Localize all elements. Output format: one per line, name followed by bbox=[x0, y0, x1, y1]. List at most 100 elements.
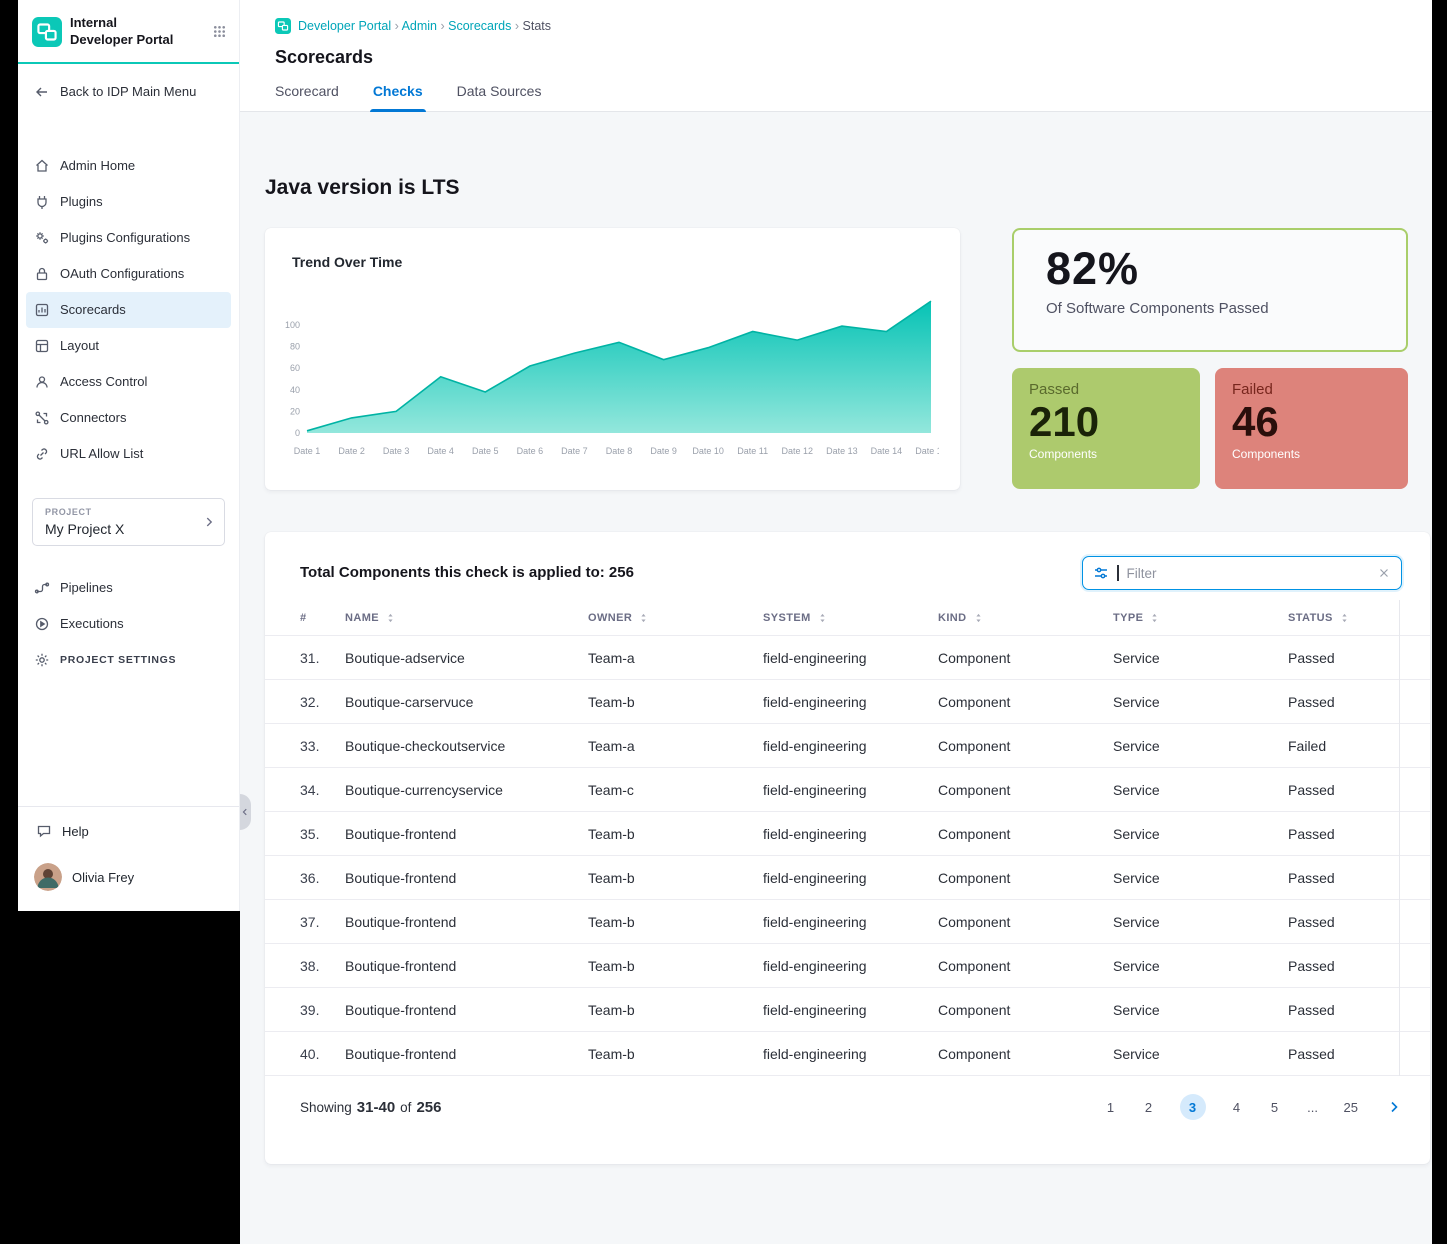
passed-value: 210 bbox=[1029, 398, 1200, 446]
close-icon[interactable] bbox=[1377, 566, 1391, 580]
cell: Boutique-adservice bbox=[345, 650, 588, 666]
cell: Service bbox=[1113, 694, 1288, 710]
svg-text:20: 20 bbox=[290, 406, 300, 416]
sort-icon[interactable] bbox=[1340, 612, 1349, 624]
executions-icon bbox=[34, 616, 50, 632]
breadcrumb-developer-portal[interactable]: Developer Portal bbox=[298, 19, 391, 33]
cell: 36. bbox=[300, 870, 345, 886]
table-row[interactable]: 36.Boutique-frontendTeam-bfield-engineer… bbox=[265, 856, 1430, 900]
sidebar-nav: Admin HomePluginsPlugins ConfigurationsO… bbox=[18, 148, 239, 472]
page-5[interactable]: 5 bbox=[1268, 1100, 1282, 1115]
cell: Passed bbox=[1288, 1002, 1430, 1018]
page-2[interactable]: 2 bbox=[1142, 1100, 1156, 1115]
tab-data-sources[interactable]: Data Sources bbox=[457, 83, 542, 111]
sort-icon[interactable] bbox=[639, 612, 648, 624]
next-page-icon[interactable] bbox=[1386, 1099, 1402, 1115]
sidebar-item-scorecards[interactable]: Scorecards bbox=[26, 292, 231, 328]
tab-scorecard[interactable]: Scorecard bbox=[275, 83, 339, 111]
sort-icon[interactable] bbox=[386, 612, 395, 624]
sidebar-item-pipelines[interactable]: Pipelines bbox=[26, 570, 231, 606]
sidebar-item-connectors[interactable]: Connectors bbox=[26, 400, 231, 436]
sidebar-item-access-control[interactable]: Access Control bbox=[26, 364, 231, 400]
sidebar-item-oauth-configurations[interactable]: OAuth Configurations bbox=[26, 256, 231, 292]
sidebar-item-admin-home[interactable]: Admin Home bbox=[26, 148, 231, 184]
cell: 38. bbox=[300, 958, 345, 974]
project-label: PROJECT bbox=[45, 507, 212, 517]
cell: 35. bbox=[300, 826, 345, 842]
page-25[interactable]: 25 bbox=[1344, 1100, 1358, 1115]
sidebar-item-plugins-configurations[interactable]: Plugins Configurations bbox=[26, 220, 231, 256]
table-row[interactable]: 33.Boutique-checkoutserviceTeam-afield-e… bbox=[265, 724, 1430, 768]
filter-box[interactable] bbox=[1082, 556, 1402, 590]
svg-text:Date 4: Date 4 bbox=[427, 446, 454, 456]
cell: Passed bbox=[1288, 914, 1430, 930]
page-3[interactable]: 3 bbox=[1180, 1094, 1206, 1120]
sidebar-item-project-settings[interactable]: PROJECT SETTINGS bbox=[26, 642, 231, 678]
total-count: 256 bbox=[416, 1099, 441, 1116]
filter-icon[interactable] bbox=[1093, 565, 1109, 581]
table-row[interactable]: 37.Boutique-frontendTeam-bfield-engineer… bbox=[265, 900, 1430, 944]
table-row[interactable]: 31.Boutique-adserviceTeam-afield-enginee… bbox=[265, 636, 1430, 680]
column-header-type[interactable]: TYPE bbox=[1113, 612, 1288, 624]
sort-icon[interactable] bbox=[818, 612, 827, 624]
filter-input[interactable] bbox=[1127, 566, 1370, 581]
cell: Service bbox=[1113, 738, 1288, 754]
score-caption: Of Software Components Passed bbox=[1046, 300, 1406, 317]
tab-bar: Scorecard Checks Data Sources bbox=[275, 83, 1432, 111]
sidebar: Internal Developer Portal Back to IDP Ma… bbox=[18, 0, 240, 911]
trend-card-title: Trend Over Time bbox=[265, 228, 960, 270]
sort-icon[interactable] bbox=[974, 612, 983, 624]
table-row[interactable]: 34.Boutique-currencyserviceTeam-cfield-e… bbox=[265, 768, 1430, 812]
cell: Passed bbox=[1288, 870, 1430, 886]
column-header-status[interactable]: STATUS bbox=[1288, 612, 1430, 624]
help-button[interactable]: Help bbox=[18, 807, 239, 855]
page-1[interactable]: 1 bbox=[1104, 1100, 1118, 1115]
avatar bbox=[34, 863, 62, 891]
svg-text:Date 2: Date 2 bbox=[338, 446, 365, 456]
table-row[interactable]: 39.Boutique-frontendTeam-bfield-engineer… bbox=[265, 988, 1430, 1032]
tab-checks[interactable]: Checks bbox=[373, 83, 423, 111]
sort-icon[interactable] bbox=[1150, 612, 1159, 624]
cell: Component bbox=[938, 958, 1113, 974]
column-header-system[interactable]: SYSTEM bbox=[763, 612, 938, 624]
table-row[interactable]: 32.Boutique-carservuceTeam-bfield-engine… bbox=[265, 680, 1430, 724]
help-icon bbox=[36, 823, 52, 839]
table-footer: Showing 31-40 of 256 12345...25 bbox=[265, 1076, 1430, 1120]
cell: Passed bbox=[1288, 1046, 1430, 1062]
project-selector[interactable]: PROJECT My Project X bbox=[32, 498, 225, 546]
failed-caption: Components bbox=[1232, 447, 1408, 461]
cell: 37. bbox=[300, 914, 345, 930]
cell: Component bbox=[938, 1046, 1113, 1062]
failed-card: Failed 46 Components bbox=[1215, 368, 1408, 489]
sidebar-item-plugins[interactable]: Plugins bbox=[26, 184, 231, 220]
sidebar-item-layout[interactable]: Layout bbox=[26, 328, 231, 364]
breadcrumb: Developer Portal › Admin › Scorecards › … bbox=[298, 19, 551, 33]
cell: 33. bbox=[300, 738, 345, 754]
breadcrumb-admin[interactable]: Admin bbox=[402, 19, 437, 33]
gear-icon bbox=[34, 652, 50, 668]
column-divider bbox=[1399, 600, 1400, 1076]
sidebar-item-url-allow-list[interactable]: URL Allow List bbox=[26, 436, 231, 472]
svg-text:Date 8: Date 8 bbox=[606, 446, 633, 456]
column-header-owner[interactable]: OWNER bbox=[588, 612, 763, 624]
app-switcher-icon[interactable] bbox=[212, 24, 227, 39]
app-logo-icon bbox=[32, 17, 62, 47]
svg-text:Date 12: Date 12 bbox=[782, 446, 814, 456]
cell: 39. bbox=[300, 1002, 345, 1018]
table-row[interactable]: 38.Boutique-frontendTeam-bfield-engineer… bbox=[265, 944, 1430, 988]
sidebar-collapse-handle[interactable] bbox=[240, 794, 251, 830]
column-header-kind[interactable]: KIND bbox=[938, 612, 1113, 624]
user-profile[interactable]: Olivia Frey bbox=[18, 855, 239, 911]
page-4[interactable]: 4 bbox=[1230, 1100, 1244, 1115]
cell: Passed bbox=[1288, 958, 1430, 974]
cell: Component bbox=[938, 738, 1113, 754]
breadcrumb-scorecards[interactable]: Scorecards bbox=[448, 19, 511, 33]
pagination: 12345...25 bbox=[1104, 1094, 1358, 1120]
table-header-row: #NAMEOWNERSYSTEMKINDTYPESTATUS bbox=[265, 600, 1430, 636]
column-header-name[interactable]: NAME bbox=[345, 612, 588, 624]
table-row[interactable]: 35.Boutique-frontendTeam-bfield-engineer… bbox=[265, 812, 1430, 856]
table-row[interactable]: 40.Boutique-frontendTeam-bfield-engineer… bbox=[265, 1032, 1430, 1076]
sidebar-item-executions[interactable]: Executions bbox=[26, 606, 231, 642]
breadcrumb-separator: › bbox=[515, 19, 519, 33]
back-to-main-menu[interactable]: Back to IDP Main Menu bbox=[18, 64, 239, 120]
